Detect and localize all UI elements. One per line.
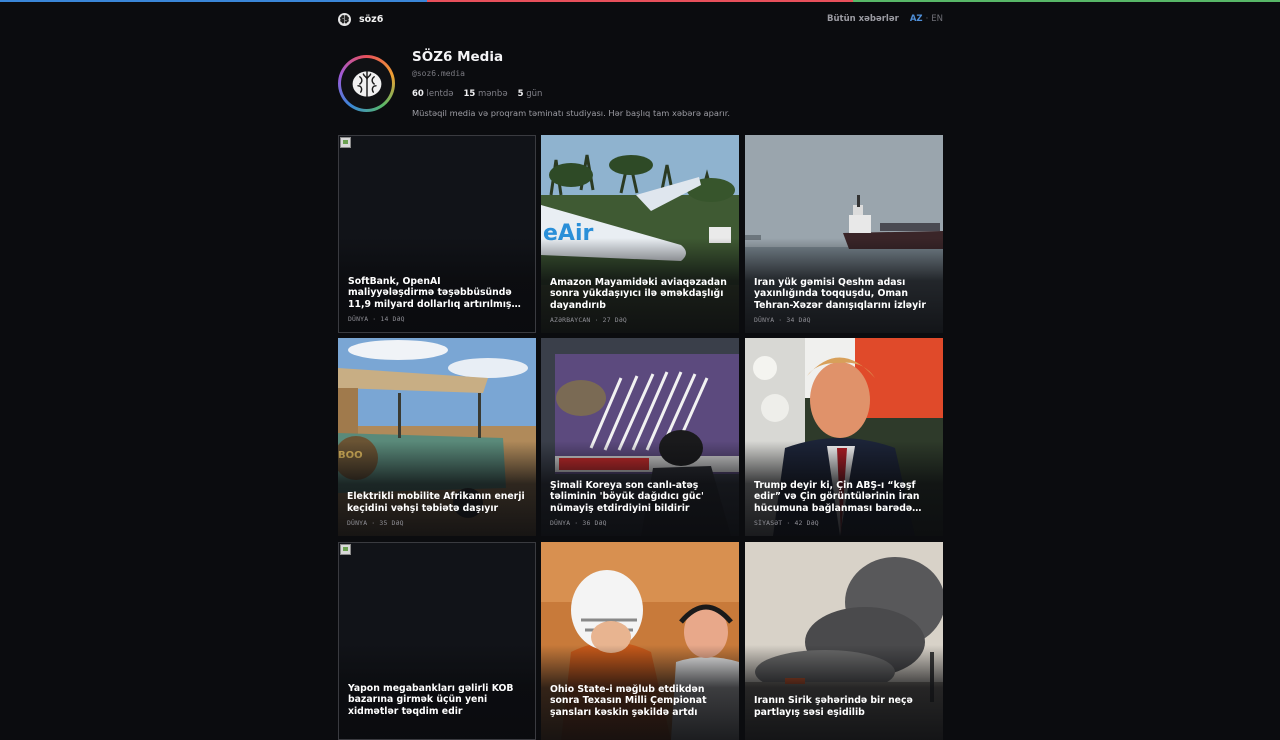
card-title: SoftBank, OpenAI maliyyələşdirmə təşəbbü… [348,275,512,310]
lang-az-link[interactable]: AZ [910,14,923,24]
broken-image-icon [340,544,351,555]
top-nav: söz6 Bütün xəbərlər AZ · EN [338,10,943,28]
stat-feed: 60 lentdə [412,89,454,99]
card-title: Şimali Koreya son canlı-atəş təliminin '… [550,479,704,514]
news-card[interactable]: Trump deyir ki, Çin ABŞ-ı “kəşf edir” və… [745,338,943,536]
lang-en-link[interactable]: EN [931,14,943,24]
card-title: Ohio State-i məğlub etdikdən sonra Texas… [550,683,707,718]
brain-icon [338,12,351,26]
card-title: İranın Sirik şəhərində bir neçə partlayı… [754,695,913,718]
avatar [338,55,395,112]
stat-sources: 15 mənbə [463,89,508,99]
lang-separator: · [925,14,929,24]
card-meta: AZƏRBAYCAN · 27 DƏQ [550,316,627,324]
top-accent-line [0,0,1280,2]
news-card[interactable]: İranın Sirik şəhərində bir neçə partlayı… [745,542,943,740]
news-card[interactable]: eAir Amazon Mayamidəki aviaqəzadan sonra… [541,135,739,333]
brain-icon [352,70,381,97]
profile-handle: @soz6.media [412,69,465,78]
card-meta: SİYASƏT · 42 DƏQ [754,519,819,527]
card-title: Yapon megabankları gəlirli KOB bazarına … [348,682,514,717]
news-card[interactable]: Yapon megabankları gəlirli KOB bazarına … [338,542,536,740]
profile-description: Müstəqil media və proqram təminatı studi… [412,108,730,118]
profile-header: SÖZ6 Media @soz6.media 60 lentdə 15 mənb… [338,48,943,128]
brand-link[interactable]: söz6 [338,12,384,26]
stat-days: 5 gün [517,89,543,99]
card-meta: DÜNYA · 36 DƏQ [550,519,607,527]
brand-name: söz6 [359,13,384,25]
card-title: İran yük gəmisi Qeshm adası yaxınlığında… [754,276,926,311]
news-card[interactable]: Ohio State-i məğlub etdikdən sonra Texas… [541,542,739,740]
card-meta: DÜNYA · 35 DƏQ [347,519,404,527]
card-meta: DÜNYA · 34 DƏQ [754,316,811,324]
news-card[interactable]: İran yük gəmisi Qeshm adası yaxınlığında… [745,135,943,333]
news-card[interactable]: SoftBank, OpenAI maliyyələşdirmə təşəbbü… [338,135,536,333]
broken-image-icon [340,137,351,148]
card-title: Trump deyir ki, Çin ABŞ-ı “kəşf edir” və… [754,479,920,514]
profile-stats: 60 lentdə 15 mənbə 5 gün [412,89,542,99]
card-title: Elektrikli mobilite Afrikanın enerji keç… [347,491,525,514]
card-meta: DÜNYA · 14 DƏQ [348,315,405,323]
news-card[interactable]: BOO Elektrikli mobilite Afrikanın enerji… [338,338,536,536]
news-card[interactable]: Şimali Koreya son canlı-atəş təliminin '… [541,338,739,536]
card-title: Amazon Mayamidəki aviaqəzadan sonra yükd… [550,276,727,311]
all-news-link[interactable]: Bütün xəbərlər [827,14,899,24]
profile-name: SÖZ6 Media [412,49,504,65]
